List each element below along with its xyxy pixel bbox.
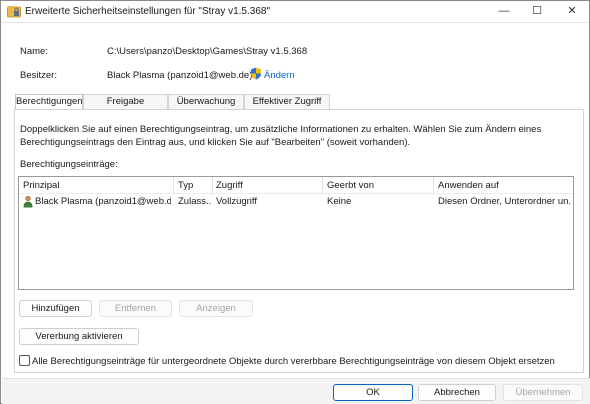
list-header: Prinzipal Typ Zugriff Geerbt von Anwende… xyxy=(19,177,573,194)
cell-access: Vollzugriff xyxy=(216,196,258,207)
cancel-button[interactable]: Abbrechen xyxy=(418,384,496,401)
maximize-button[interactable]: ☐ xyxy=(521,1,553,22)
apply-button[interactable]: Übernehmen xyxy=(503,384,583,401)
permission-entries-list[interactable]: Prinzipal Typ Zugriff Geerbt von Anwende… xyxy=(18,176,574,290)
dialog-footer xyxy=(2,378,590,404)
add-button[interactable]: Hinzufügen xyxy=(19,300,92,317)
window-title: Erweiterte Sicherheitseinstellungen für … xyxy=(25,6,271,17)
folder-lock-icon xyxy=(7,5,21,18)
user-icon xyxy=(23,195,33,208)
permissions-description: Doppelklicken Sie auf einen Berechtigung… xyxy=(20,124,542,148)
owner-value: Black Plasma (panzoid1@web.de) xyxy=(107,70,253,81)
name-label: Name: xyxy=(20,46,48,57)
name-value[interactable]: C:\Users\panzo\Desktop\Games\Stray v1.5.… xyxy=(107,46,307,57)
owner-label: Besitzer: xyxy=(20,70,57,81)
table-row[interactable]: Black Plasma (panzoid1@web.de) Zulass...… xyxy=(19,194,573,210)
remove-button[interactable]: Entfernen xyxy=(99,300,172,317)
cell-applies-to: Diesen Ordner, Unterordner un... xyxy=(438,196,572,207)
view-button[interactable]: Anzeigen xyxy=(179,300,253,317)
cell-inherited-from: Keine xyxy=(327,196,352,207)
tab-permissions[interactable]: Berechtigungen xyxy=(15,94,83,110)
enable-inheritance-button[interactable]: Vererbung aktivieren xyxy=(19,328,139,345)
security-dialog: Erweiterte Sicherheitseinstellungen für … xyxy=(0,0,590,404)
column-header-inherited-from[interactable]: Geerbt von xyxy=(327,180,374,191)
tab-effective-access[interactable]: Effektiver Zugriff xyxy=(244,94,330,109)
column-divider[interactable] xyxy=(322,177,323,194)
replace-child-permissions-label[interactable]: Alle Berechtigungseinträge für untergeor… xyxy=(32,356,555,367)
column-header-principal[interactable]: Prinzipal xyxy=(23,180,59,191)
cell-type: Zulass... xyxy=(178,196,212,207)
column-divider[interactable] xyxy=(433,177,434,194)
shield-icon xyxy=(250,67,262,80)
change-owner-link[interactable]: Ändern xyxy=(264,70,295,81)
tab-sharing[interactable]: Freigabe xyxy=(83,94,168,109)
cell-principal: Black Plasma (panzoid1@web.de) xyxy=(35,196,171,207)
ok-button[interactable]: OK xyxy=(333,384,413,401)
entries-label: Berechtigungseinträge: xyxy=(20,159,118,170)
column-header-type[interactable]: Typ xyxy=(178,180,193,191)
column-header-applies-to[interactable]: Anwenden auf xyxy=(438,180,499,191)
close-button[interactable]: ✕ xyxy=(556,1,588,22)
replace-child-permissions-checkbox[interactable] xyxy=(19,355,30,366)
column-divider[interactable] xyxy=(173,177,174,194)
tab-auditing[interactable]: Überwachung xyxy=(168,94,244,109)
minimize-button[interactable]: — xyxy=(488,1,520,22)
column-header-access[interactable]: Zugriff xyxy=(216,180,243,191)
title-bar: Erweiterte Sicherheitseinstellungen für … xyxy=(1,1,589,23)
column-divider[interactable] xyxy=(212,177,213,194)
